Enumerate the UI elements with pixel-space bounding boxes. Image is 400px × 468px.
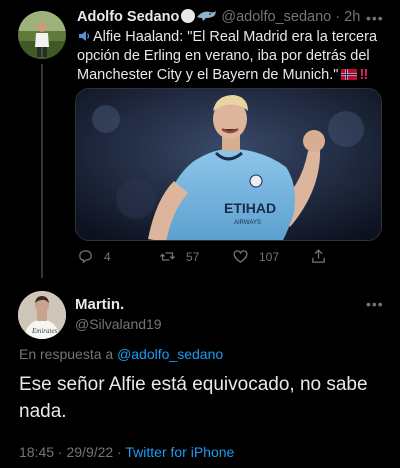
thread-line [41, 64, 43, 278]
like-count: 107 [259, 249, 280, 264]
replying-to: En respuesta a @adolfo_sedano [19, 346, 223, 362]
reply-count: 4 [104, 249, 111, 264]
svg-text:Emirates: Emirates [31, 327, 58, 335]
dolphin-emoji-icon [197, 11, 217, 21]
reply-timestamp[interactable]: 18:45 · 29/9/22 · [19, 444, 122, 460]
author-name[interactable]: Adolfo Sedano [77, 9, 179, 25]
tweet-header: Adolfo Sedano @adolfo_sedano · 2h [77, 9, 387, 27]
football-player-photo: ETIHAD AIRWAYS [76, 89, 381, 240]
parent-tweet[interactable]: Adolfo Sedano @adolfo_sedano · 2h ••• Al… [0, 0, 400, 282]
tweet-time[interactable]: 2h [344, 9, 360, 25]
avatar[interactable] [18, 11, 66, 59]
verified-circle-icon [181, 9, 196, 23]
client-link[interactable]: Twitter for iPhone [125, 444, 234, 460]
like-button[interactable]: 107 [232, 248, 279, 265]
replying-label: En respuesta a [19, 346, 114, 362]
reply-author-name[interactable]: Martin. [75, 296, 124, 313]
flag-icon [341, 69, 358, 80]
speaker-icon [79, 31, 90, 41]
tweet-text: Alfie Haaland: "El Real Madrid era la te… [77, 28, 387, 85]
author-handle[interactable]: @adolfo_sedano [221, 9, 331, 25]
more-icon[interactable]: ••• [366, 296, 384, 312]
tweet-media[interactable]: ETIHAD AIRWAYS [75, 88, 382, 241]
reply-icon [79, 250, 92, 264]
alert-emoji: ‼ [359, 67, 369, 83]
tweet-body: Alfie Haaland: "El Real Madrid era la te… [77, 29, 378, 83]
svg-text:ETIHAD: ETIHAD [224, 200, 276, 216]
share-icon [312, 249, 325, 263]
reply-button[interactable]: 4 [77, 248, 111, 265]
retweet-button[interactable]: 57 [159, 248, 199, 265]
reply-avatar[interactable]: Emirates [18, 291, 66, 339]
like-icon [233, 250, 248, 263]
retweet-icon [159, 252, 176, 261]
more-icon[interactable]: ••• [366, 10, 384, 26]
svg-text:AIRWAYS: AIRWAYS [234, 220, 261, 226]
separator: · [335, 9, 341, 25]
reply-meta: 18:45 · 29/9/22 · Twitter for iPhone [19, 444, 234, 460]
tweet-actions: 4 57 107 [77, 248, 377, 268]
share-button[interactable] [310, 248, 327, 265]
mention-link[interactable]: @adolfo_sedano [117, 346, 223, 362]
retweet-count: 57 [186, 249, 200, 264]
reply-text: Ese señor Alfie está equivocado, no sabe… [19, 374, 368, 422]
reply-author-handle[interactable]: @Silvaland19 [75, 316, 162, 332]
